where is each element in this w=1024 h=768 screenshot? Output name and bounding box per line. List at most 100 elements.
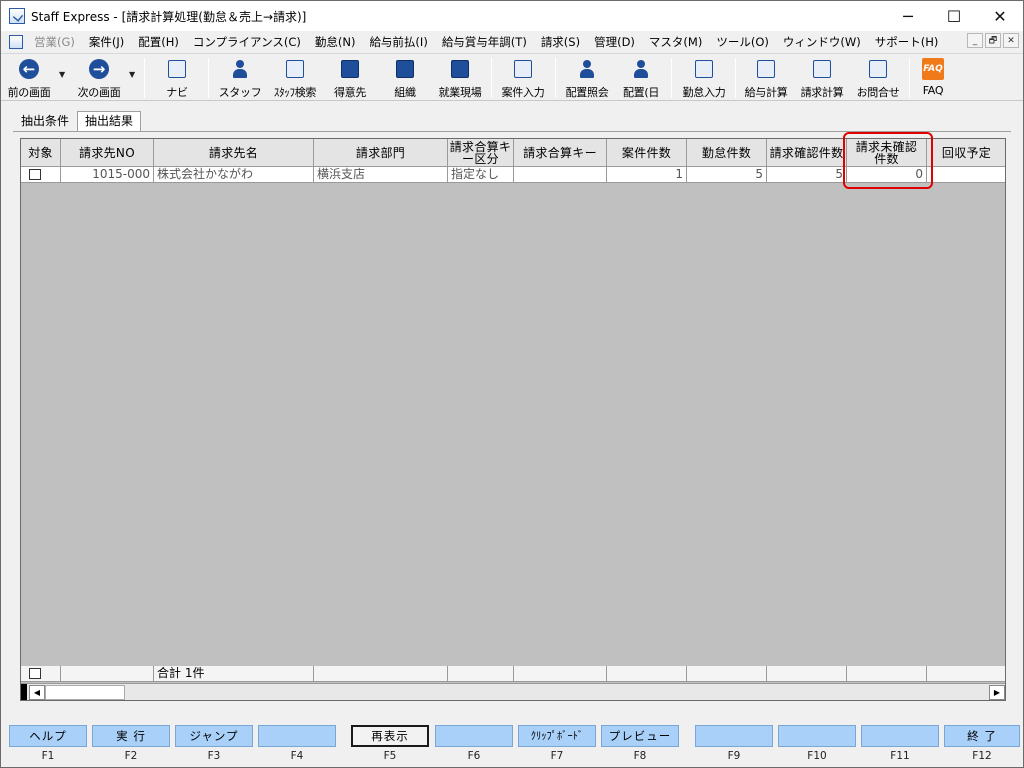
menu-case[interactable]: 案件(J) xyxy=(82,34,131,50)
tab-strip: 抽出条件 抽出結果 xyxy=(13,111,142,131)
col-merge-key-header[interactable]: 請求合算キー xyxy=(514,139,607,167)
col-merge-type-header[interactable]: 請求合算キー区分 xyxy=(448,139,514,167)
row-checkbox[interactable] xyxy=(29,169,41,180)
f9-button[interactable] xyxy=(695,725,773,747)
menu-admin[interactable]: 管理(D) xyxy=(587,34,642,50)
case-entry-button[interactable]: 案件入力 xyxy=(495,56,551,100)
staff-search-icon xyxy=(286,60,304,78)
menu-payroll[interactable]: 給与賞与年調(T) xyxy=(435,34,534,50)
results-grid: 対象 請求先NO 請求先名 請求部門 請求合算キー区分 請求合算キー 案件件数 … xyxy=(20,138,1006,701)
col-target-header[interactable]: 対象 xyxy=(21,139,61,167)
row-merge-type: 指定なし xyxy=(448,167,514,183)
select-all-checkbox[interactable] xyxy=(29,668,41,679)
arrow-right-icon: → xyxy=(89,59,109,79)
col-collection-header[interactable]: 回収予定 xyxy=(927,139,1005,167)
f12-exit-button[interactable]: 終 了 xyxy=(944,725,1020,747)
f6-button[interactable] xyxy=(435,725,513,747)
upload-icon xyxy=(869,60,887,78)
horizontal-scrollbar[interactable]: ◀ ▶ xyxy=(21,683,1005,700)
faq-button[interactable]: FAQ FAQ xyxy=(913,56,953,100)
row-client-name: 株式会社かながわ xyxy=(154,167,314,183)
maximize-button[interactable]: ☐ xyxy=(931,1,977,31)
app-window: Staff Express - [請求計算処理(勤怠＆売上→請求)] ─ ☐ ✕… xyxy=(0,0,1024,768)
window-title: Staff Express - [請求計算処理(勤怠＆売上→請求)] xyxy=(31,9,307,24)
col-client-name-header[interactable]: 請求先名 xyxy=(154,139,314,167)
faq-icon: FAQ xyxy=(922,58,944,80)
menu-billing[interactable]: 請求(S) xyxy=(534,34,587,50)
client-button[interactable]: 得意先 xyxy=(327,56,373,100)
f7-clipboard-button[interactable]: ｸﾘｯﾌﾟﾎﾞｰﾄﾞ xyxy=(518,725,596,747)
mdi-minimize-button[interactable]: _ xyxy=(967,33,983,48)
col-confirmed-count-header[interactable]: 請求確認件数 xyxy=(767,139,847,167)
staff-label: スタッフ xyxy=(218,86,262,99)
f1-help-button[interactable]: ヘルプ xyxy=(9,725,87,747)
attendance-entry-label: 勤怠入力 xyxy=(682,86,726,99)
f11-key-label: F11 xyxy=(890,750,910,762)
menu-bar: 営業(G) 案件(J) 配置(H) コンプライアンス(C) 勤怠(N) 給与前払… xyxy=(1,31,1023,52)
col-attendance-count-header[interactable]: 勤怠件数 xyxy=(687,139,767,167)
f1-key-label: F1 xyxy=(41,750,55,762)
scroll-left-icon[interactable]: ◀ xyxy=(29,685,45,700)
next-screen-button[interactable]: → 次の画面 xyxy=(71,56,127,100)
next-dropdown-icon[interactable]: ▼ xyxy=(129,70,135,79)
organization-button[interactable]: 組織 xyxy=(383,56,427,100)
title-bar: Staff Express - [請求計算処理(勤怠＆売上→請求)] ─ ☐ ✕ xyxy=(1,1,1023,31)
col-case-count-header[interactable]: 案件件数 xyxy=(607,139,687,167)
navi-button[interactable]: ナビ xyxy=(153,56,201,100)
f5-refresh-button[interactable]: 再表示 xyxy=(351,725,429,747)
organization-label: 組織 xyxy=(394,86,416,99)
row-client-no: 1015-000 xyxy=(61,167,154,183)
minimize-button[interactable]: ─ xyxy=(885,1,931,31)
menu-attendance[interactable]: 勤怠(N) xyxy=(308,34,363,50)
menu-window[interactable]: ウィンドウ(W) xyxy=(776,34,868,50)
billing-calc-icon xyxy=(813,60,831,78)
f10-button[interactable] xyxy=(778,725,856,747)
summary-target-cell[interactable] xyxy=(21,666,61,682)
menu-tools[interactable]: ツール(O) xyxy=(709,34,776,50)
client-label: 得意先 xyxy=(333,86,367,99)
arrow-left-icon: ← xyxy=(19,59,39,79)
mdi-restore-button[interactable]: 🗗 xyxy=(985,33,1001,48)
f11-button[interactable] xyxy=(861,725,939,747)
table-row[interactable]: 1015-000 株式会社かながわ 横浜支店 指定なし 1 5 5 0 xyxy=(21,167,1005,183)
inquiry-button[interactable]: お問合せ xyxy=(851,56,905,100)
worksite-button[interactable]: 就業現場 xyxy=(433,56,487,100)
placement-day-button[interactable]: 配置(日 xyxy=(617,56,665,100)
summary-total: 合計 1件 xyxy=(154,666,314,682)
menu-compliance[interactable]: コンプライアンス(C) xyxy=(186,34,308,50)
f4-button[interactable] xyxy=(258,725,336,747)
col-client-no-header[interactable]: 請求先NO xyxy=(61,139,154,167)
menu-placement[interactable]: 配置(H) xyxy=(131,34,186,50)
menu-master[interactable]: マスタ(M) xyxy=(642,34,709,50)
col-department-header[interactable]: 請求部門 xyxy=(314,139,448,167)
menu-sales[interactable]: 営業(G) xyxy=(27,34,82,50)
billing-calc-button[interactable]: 請求計算 xyxy=(795,56,849,100)
placement-inquiry-button[interactable]: 配置照会 xyxy=(559,56,615,100)
staff-button[interactable]: スタッフ xyxy=(215,56,265,100)
prev-dropdown-icon[interactable]: ▼ xyxy=(59,70,65,79)
scroll-right-icon[interactable]: ▶ xyxy=(989,685,1005,700)
payroll-calc-button[interactable]: 給与計算 xyxy=(739,56,793,100)
attendance-entry-icon xyxy=(695,60,713,78)
staff-search-button[interactable]: ｽﾀｯﾌ検索 xyxy=(267,56,323,100)
scroll-thumb[interactable] xyxy=(45,685,125,700)
f3-jump-button[interactable]: ジャンプ xyxy=(175,725,253,747)
case-entry-label: 案件入力 xyxy=(501,86,545,99)
mdi-close-button[interactable]: ✕ xyxy=(1003,33,1019,48)
document-icon[interactable] xyxy=(9,34,23,49)
summary-row: 合計 1件 xyxy=(21,666,1005,682)
tab-results[interactable]: 抽出結果 xyxy=(77,111,142,131)
f2-execute-button[interactable]: 実 行 xyxy=(92,725,170,747)
attendance-entry-button[interactable]: 勤怠入力 xyxy=(677,56,731,100)
function-key-bar: ヘルプ F1 実 行 F2 ジャンプ F3 F4 再表示 F5 F6 ｸﾘｯﾌﾟ… xyxy=(1,719,1023,767)
tab-conditions[interactable]: 抽出条件 xyxy=(13,111,77,131)
menu-advance-pay[interactable]: 給与前払(I) xyxy=(362,34,434,50)
row-confirmed-count: 5 xyxy=(767,167,847,183)
menu-support[interactable]: サポート(H) xyxy=(868,34,946,50)
row-target-cell[interactable] xyxy=(21,167,61,183)
row-collection xyxy=(927,167,1005,183)
close-button[interactable]: ✕ xyxy=(977,1,1023,31)
prev-screen-button[interactable]: ← 前の画面 xyxy=(3,56,55,100)
col-unconfirmed-count-header[interactable]: 請求未確認件数 xyxy=(847,139,927,167)
f8-preview-button[interactable]: プレビュー xyxy=(601,725,679,747)
